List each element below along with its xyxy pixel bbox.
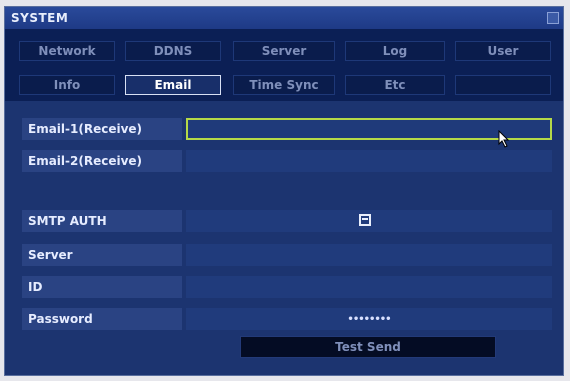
tab-etc[interactable]: Etc xyxy=(345,75,445,95)
id-label: ID xyxy=(22,276,182,298)
server-label: Server xyxy=(22,244,182,266)
tab-empty xyxy=(455,75,551,95)
email1-label: Email-1(Receive) xyxy=(22,118,182,140)
password-label: Password xyxy=(22,308,182,330)
test-send-button[interactable]: Test Send xyxy=(240,336,496,358)
tab-time-sync[interactable]: Time Sync xyxy=(233,75,335,95)
tab-strip: Network DDNS Server Log User Info Email … xyxy=(5,29,563,101)
tab-server[interactable]: Server xyxy=(233,41,335,61)
window-title: SYSTEM xyxy=(11,11,69,25)
tab-info[interactable]: Info xyxy=(19,75,115,95)
password-mask: •••••••• xyxy=(347,313,391,325)
tab-ddns[interactable]: DDNS xyxy=(125,41,221,61)
mouse-pointer-icon xyxy=(498,130,510,148)
close-icon[interactable] xyxy=(547,12,559,24)
server-field[interactable] xyxy=(186,244,552,266)
id-field[interactable] xyxy=(186,276,552,298)
tab-network[interactable]: Network xyxy=(19,41,115,61)
smtp-auth-label: SMTP AUTH xyxy=(22,210,182,232)
email2-label: Email-2(Receive) xyxy=(22,150,182,172)
title-bar: SYSTEM xyxy=(5,7,563,30)
checkbox-icon[interactable] xyxy=(359,214,371,226)
email2-field[interactable] xyxy=(186,150,552,172)
tab-user[interactable]: User xyxy=(455,41,551,61)
tab-email[interactable]: Email xyxy=(125,75,221,95)
tab-log[interactable]: Log xyxy=(345,41,445,61)
